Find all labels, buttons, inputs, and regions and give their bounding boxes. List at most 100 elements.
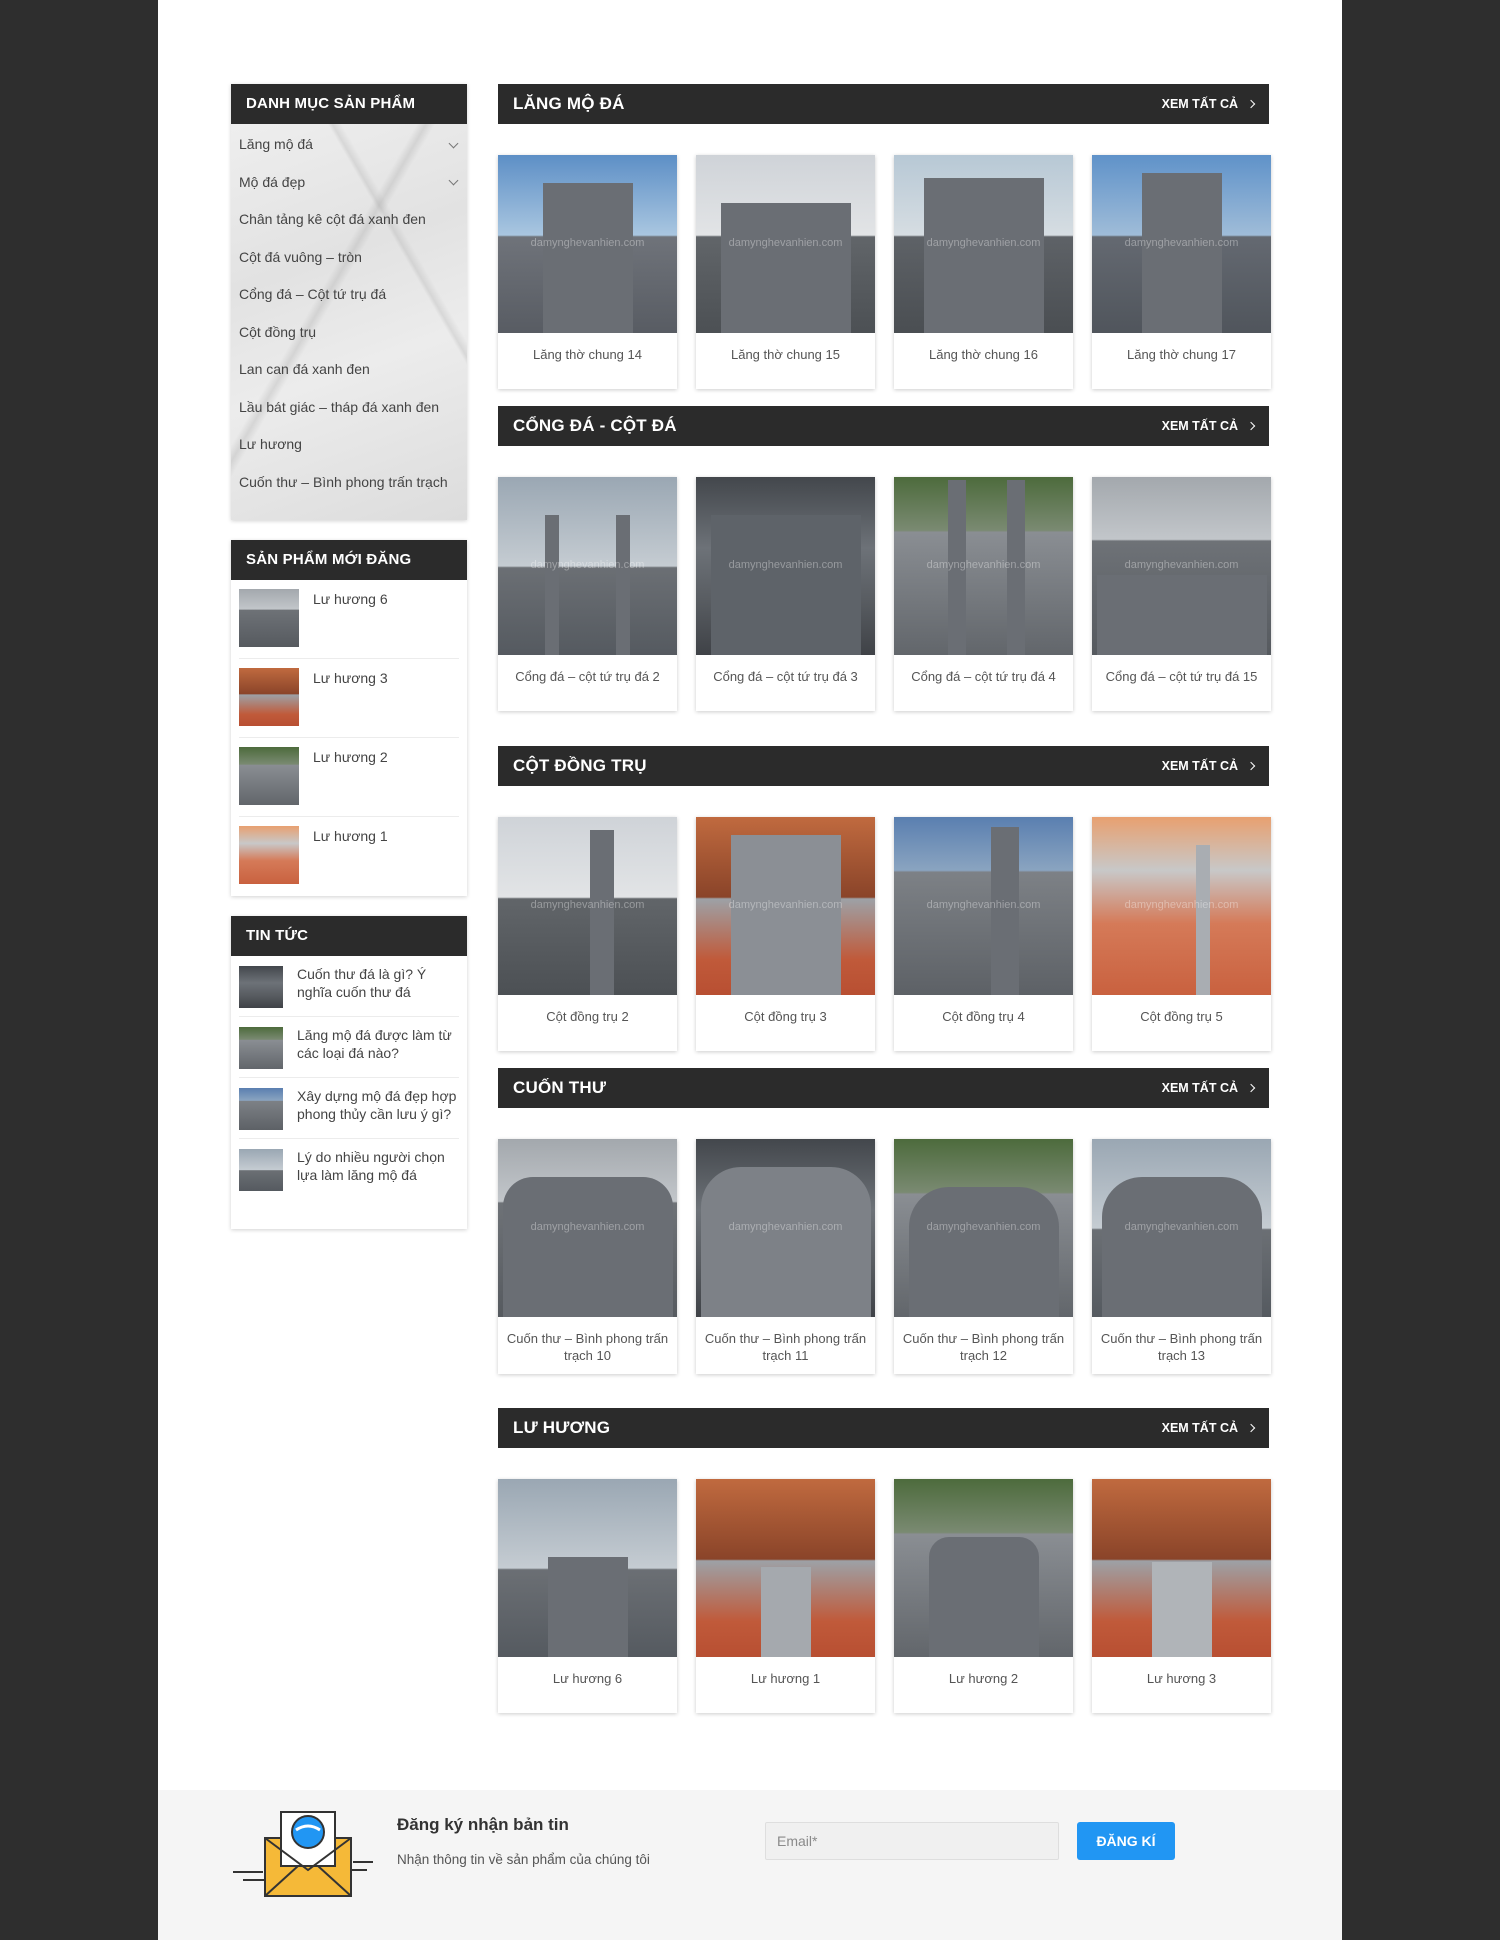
product-card[interactable]: damynghevanhien.com Cuốn thư – Bình phong… (894, 1139, 1073, 1374)
chevron-down-icon[interactable] (448, 175, 459, 186)
product-image[interactable]: damynghevanhien.com (894, 155, 1073, 333)
product-name[interactable]: Cuốn thư – Bình phong trấn trạch 10 (498, 1317, 677, 1374)
product-name[interactable]: Lư hương 3 (1092, 1657, 1271, 1713)
product-image[interactable]: damynghevanhien.com (696, 155, 875, 333)
see-all-label[interactable]: XEM TẤT CẢ (1162, 1421, 1238, 1435)
product-thumbnail[interactable] (239, 826, 299, 884)
see-all-label[interactable]: XEM TẤT CẢ (1162, 759, 1238, 773)
product-card[interactable]: damynghevanhien.com Lăng thờ chung 14 (498, 155, 677, 389)
product-name[interactable]: Lăng thờ chung 15 (696, 333, 875, 389)
chevron-right-icon[interactable] (1246, 421, 1256, 431)
news-thumbnail[interactable] (239, 1027, 283, 1069)
product-card[interactable]: Lư hương 6 (498, 1479, 677, 1713)
product-name[interactable]: Lư hương 6 (498, 1657, 677, 1713)
product-image[interactable]: damynghevanhien.com (696, 817, 875, 995)
see-all-link[interactable]: XEM TẤT CẢ (1162, 97, 1256, 111)
category-item-lau-bat-giac[interactable]: Lầu bát giác – tháp đá xanh đen (231, 389, 467, 427)
new-product-name[interactable]: Lư hương 3 (313, 670, 388, 686)
see-all-label[interactable]: XEM TẤT CẢ (1162, 419, 1238, 433)
product-image[interactable]: damynghevanhien.com (1092, 817, 1271, 995)
product-image[interactable]: damynghevanhien.com (1092, 477, 1271, 655)
product-card[interactable]: damynghevanhien.com Cột đồng trụ 4 (894, 817, 1073, 1051)
chevron-right-icon[interactable] (1246, 761, 1256, 771)
product-image[interactable]: damynghevanhien.com (1092, 1139, 1271, 1317)
product-image[interactable] (894, 1479, 1073, 1657)
product-name[interactable]: Lăng thờ chung 14 (498, 333, 677, 389)
see-all-link[interactable]: XEM TẤT CẢ (1162, 759, 1256, 773)
chevron-down-icon[interactable] (448, 138, 459, 149)
product-image[interactable] (696, 1479, 875, 1657)
product-image[interactable]: damynghevanhien.com (498, 817, 677, 995)
new-product-name[interactable]: Lư hương 6 (313, 591, 388, 607)
product-image[interactable]: damynghevanhien.com (696, 477, 875, 655)
new-product-name[interactable]: Lư hương 1 (313, 828, 388, 844)
product-name[interactable]: Cột đồng trụ 3 (696, 995, 875, 1051)
product-card[interactable]: damynghevanhien.com Cột đồng trụ 3 (696, 817, 875, 1051)
category-item-lang-mo-da[interactable]: Lăng mộ đá (231, 126, 467, 164)
see-all-label[interactable]: XEM TẤT CẢ (1162, 97, 1238, 111)
product-image[interactable]: damynghevanhien.com (498, 477, 677, 655)
product-image[interactable]: damynghevanhien.com (696, 1139, 875, 1317)
category-item-mo-da-dep[interactable]: Mộ đá đẹp (231, 164, 467, 202)
news-thumbnail[interactable] (239, 1149, 283, 1191)
product-thumbnail[interactable] (239, 668, 299, 726)
product-card[interactable]: damynghevanhien.com Cổng đá – cột tứ trụ … (696, 477, 875, 711)
product-card[interactable]: Lư hương 3 (1092, 1479, 1271, 1713)
product-card[interactable]: Lư hương 2 (894, 1479, 1073, 1713)
category-item-cuon-thu[interactable]: Cuốn thư – Bình phong trấn trạch (231, 464, 467, 502)
product-card[interactable]: damynghevanhien.com Cuốn thư – Bình phong… (498, 1139, 677, 1374)
product-image[interactable] (1092, 1479, 1271, 1657)
product-name[interactable]: Cổng đá – cột tứ trụ đá 4 (894, 655, 1073, 711)
product-name[interactable]: Lăng thờ chung 17 (1092, 333, 1271, 389)
see-all-link[interactable]: XEM TẤT CẢ (1162, 419, 1256, 433)
email-input[interactable] (765, 1822, 1059, 1860)
product-image[interactable]: damynghevanhien.com (498, 155, 677, 333)
product-name[interactable]: Lư hương 2 (894, 1657, 1073, 1713)
chevron-right-icon[interactable] (1246, 99, 1256, 109)
category-item-cot-da-vuong-tron[interactable]: Cột đá vuông – tròn (231, 239, 467, 277)
category-item-chan-tang[interactable]: Chân tảng kê cột đá xanh đen (231, 201, 467, 239)
new-product-item[interactable]: Lư hương 1 (239, 817, 459, 896)
product-thumbnail[interactable] (239, 589, 299, 647)
product-image[interactable]: damynghevanhien.com (894, 817, 1073, 995)
product-name[interactable]: Cột đồng trụ 4 (894, 995, 1073, 1051)
new-product-name[interactable]: Lư hương 2 (313, 749, 388, 765)
category-item-lan-can[interactable]: Lan can đá xanh đen (231, 351, 467, 389)
category-item-cong-da[interactable]: Cổng đá – Cột tứ trụ đá (231, 276, 467, 314)
product-card[interactable]: damynghevanhien.com Lăng thờ chung 17 (1092, 155, 1271, 389)
category-item-lu-huong[interactable]: Lư hương (231, 426, 467, 464)
product-card[interactable]: damynghevanhien.com Cổng đá – cột tứ trụ … (894, 477, 1073, 711)
new-product-item[interactable]: Lư hương 3 (239, 659, 459, 738)
product-card[interactable]: damynghevanhien.com Cột đồng trụ 2 (498, 817, 677, 1051)
product-card[interactable]: damynghevanhien.com Lăng thờ chung 16 (894, 155, 1073, 389)
product-name[interactable]: Cổng đá – cột tứ trụ đá 15 (1092, 655, 1271, 711)
news-item[interactable]: Lý do nhiều người chọn lựa làm lăng mộ đ… (239, 1139, 459, 1199)
product-image[interactable]: damynghevanhien.com (894, 477, 1073, 655)
product-card[interactable]: damynghevanhien.com Cuốn thư – Bình phong… (1092, 1139, 1271, 1374)
see-all-label[interactable]: XEM TẤT CẢ (1162, 1081, 1238, 1095)
product-name[interactable]: Cổng đá – cột tứ trụ đá 3 (696, 655, 875, 711)
product-name[interactable]: Cuốn thư – Bình phong trấn trạch 11 (696, 1317, 875, 1374)
new-product-item[interactable]: Lư hương 2 (239, 738, 459, 817)
product-name[interactable]: Cột đồng trụ 5 (1092, 995, 1271, 1051)
product-card[interactable]: damynghevanhien.com Cột đồng trụ 5 (1092, 817, 1271, 1051)
see-all-link[interactable]: XEM TẤT CẢ (1162, 1081, 1256, 1095)
news-item-title[interactable]: Lý do nhiều người chọn lựa làm lăng mộ đ… (297, 1148, 459, 1184)
news-thumbnail[interactable] (239, 1088, 283, 1130)
product-card[interactable]: damynghevanhien.com Cuốn thư – Bình phong… (696, 1139, 875, 1374)
chevron-right-icon[interactable] (1246, 1083, 1256, 1093)
product-card[interactable]: Lư hương 1 (696, 1479, 875, 1713)
product-image[interactable]: damynghevanhien.com (894, 1139, 1073, 1317)
product-card[interactable]: damynghevanhien.com Cổng đá – cột tứ trụ … (1092, 477, 1271, 711)
new-product-item[interactable]: Lư hương 6 (239, 580, 459, 659)
subscribe-button[interactable]: ĐĂNG KÍ (1077, 1822, 1175, 1860)
news-item-title[interactable]: Cuốn thư đá là gì? Ý nghĩa cuốn thư đá (297, 965, 459, 1001)
product-name[interactable]: Cuốn thư – Bình phong trấn trạch 13 (1092, 1317, 1271, 1374)
product-name[interactable]: Cuốn thư – Bình phong trấn trạch 12 (894, 1317, 1073, 1374)
product-image[interactable] (498, 1479, 677, 1657)
news-item[interactable]: Cuốn thư đá là gì? Ý nghĩa cuốn thư đá (239, 956, 459, 1017)
category-item-cot-dong-tru[interactable]: Cột đồng trụ (231, 314, 467, 352)
news-item-title[interactable]: Lăng mộ đá được làm từ các loại đá nào? (297, 1026, 459, 1062)
product-thumbnail[interactable] (239, 747, 299, 805)
product-image[interactable]: damynghevanhien.com (498, 1139, 677, 1317)
